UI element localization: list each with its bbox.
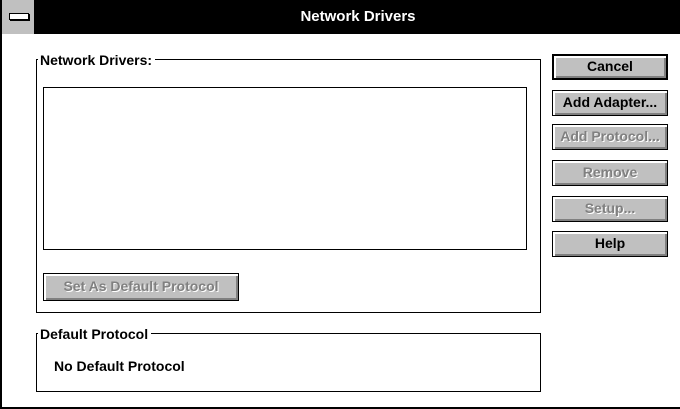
setup-button[interactable]: Setup... [552, 196, 668, 222]
remove-button[interactable]: Remove [552, 160, 668, 186]
cancel-button[interactable]: Cancel [552, 54, 668, 80]
group-corner-tick [36, 59, 37, 65]
title-bar[interactable]: Network Drivers [2, 0, 680, 34]
network-drivers-label: Network Drivers: [38, 52, 156, 68]
add-protocol-button[interactable]: Add Protocol... [552, 124, 668, 150]
minus-bar-icon [9, 13, 29, 20]
default-protocol-label: Default Protocol [38, 326, 152, 342]
help-button[interactable]: Help [552, 231, 668, 257]
network-drivers-dialog: Network Drivers Network Drivers: Set As … [0, 0, 680, 409]
network-drivers-list[interactable] [43, 87, 527, 250]
add-adapter-button[interactable]: Add Adapter... [552, 90, 668, 116]
default-protocol-value: No Default Protocol [54, 358, 185, 374]
window-title: Network Drivers [300, 8, 416, 25]
system-menu-button[interactable] [2, 0, 36, 34]
set-as-default-protocol-button[interactable]: Set As Default Protocol [43, 273, 239, 301]
group-corner-tick [36, 333, 37, 339]
